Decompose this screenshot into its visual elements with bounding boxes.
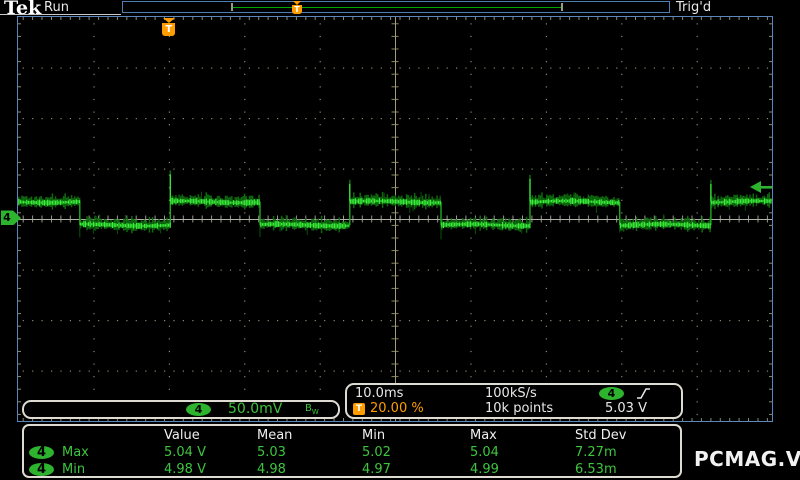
- column-header-value: Value: [164, 428, 200, 443]
- measurement-min: 5.02: [362, 445, 391, 460]
- trigger-level-value: 5.03 V: [605, 401, 647, 416]
- waveform-trace: [18, 170, 772, 240]
- time-per-division: 10.0ms: [355, 386, 404, 401]
- trigger-t-icon: T: [353, 403, 365, 415]
- trigger-position-marker[interactable]: T: [162, 18, 176, 36]
- graticule: T: [17, 16, 773, 422]
- acquisition-status: Run: [44, 0, 69, 15]
- rising-edge-slope-icon: [637, 388, 650, 399]
- measurement-label: Max: [62, 445, 89, 460]
- sample-rate: 100kS/s: [485, 386, 537, 401]
- record-view-bar[interactable]: T: [122, 1, 670, 14]
- measurement-table: Value Mean Min Max Std Dev 4 Max 5.04 V …: [22, 424, 682, 478]
- column-header-std-dev: Std Dev: [575, 428, 627, 443]
- record-view-waveform-line: [232, 7, 562, 8]
- channel-badge: 4: [186, 403, 211, 416]
- channel-badge: 4: [29, 446, 54, 459]
- watermark: PCMAG.VN: [694, 447, 800, 471]
- topbar-divider: [0, 14, 121, 15]
- measurement-max: 5.04: [470, 445, 499, 460]
- horizontal-trigger-readout[interactable]: 10.0ms 100kS/s 4 T 20.00 % 10k points 5.…: [345, 383, 683, 419]
- measurement-mean: 5.03: [257, 445, 286, 460]
- vertical-scale-value: 50.0mV: [228, 401, 283, 417]
- column-header-min: Min: [362, 428, 386, 443]
- top-status-bar: Tek Run T Trig'd: [0, 0, 800, 19]
- trigger-t-icon: T: [162, 23, 176, 36]
- trigger-status: Trig'd: [676, 0, 712, 15]
- trigger-source-badge: 4: [599, 387, 624, 400]
- measurement-std-dev: 6.53m: [575, 462, 617, 477]
- oscilloscope-screen: Tek Run T Trig'd T 4 4 50.0mV BW 10.0ms …: [0, 0, 800, 480]
- measurement-value: 4.98 V: [164, 462, 206, 477]
- column-header-mean: Mean: [257, 428, 293, 443]
- channel-badge: 4: [29, 463, 54, 476]
- measurement-value: 5.04 V: [164, 445, 206, 460]
- column-header-max: Max: [470, 428, 497, 443]
- channel-readout[interactable]: 4 50.0mV BW: [22, 400, 340, 419]
- record-trigger-position-icon[interactable]: T: [291, 1, 303, 14]
- record-window-right-bracket-icon[interactable]: [561, 3, 563, 11]
- measurement-min: 4.97: [362, 462, 391, 477]
- record-length: 10k points: [485, 401, 554, 416]
- trigger-position-percent: 20.00 %: [370, 401, 424, 416]
- measurement-label: Min: [62, 462, 86, 477]
- measurement-max: 4.99: [470, 462, 499, 477]
- measurement-mean: 4.98: [257, 462, 286, 477]
- measurement-std-dev: 7.27m: [575, 445, 617, 460]
- trigger-t-icon: T: [292, 5, 302, 14]
- record-window-left-bracket-icon[interactable]: [231, 3, 233, 11]
- trigger-level-arrow-icon[interactable]: [749, 180, 773, 194]
- bandwidth-limit-indicator: BW: [305, 403, 319, 416]
